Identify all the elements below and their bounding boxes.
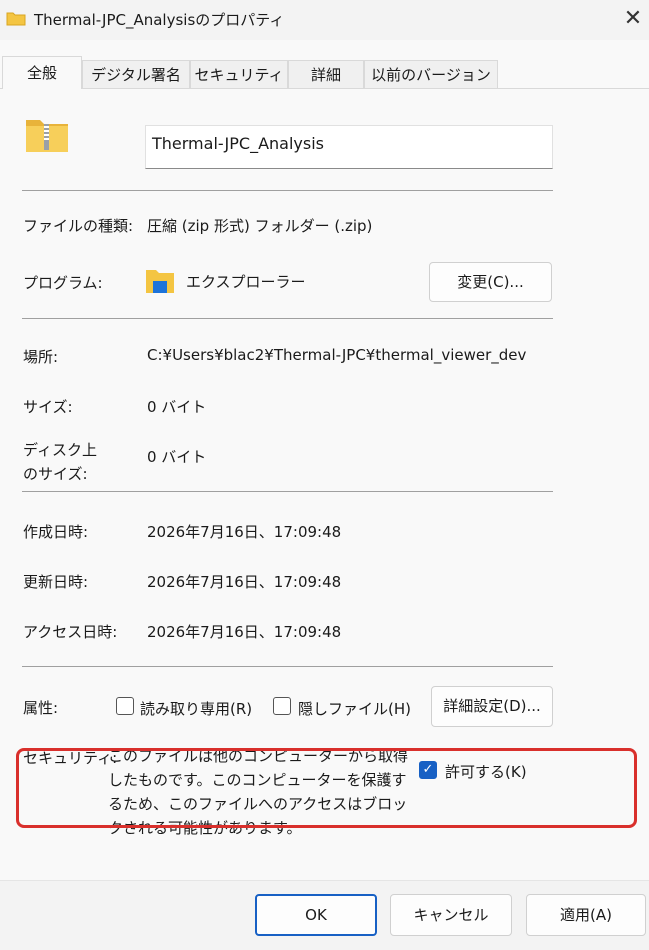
- hidden-checkbox[interactable]: [273, 697, 291, 715]
- disk-size-value: 0 バイト: [147, 448, 207, 466]
- attributes-label: 属性:: [23, 699, 59, 717]
- tab-previous-versions[interactable]: 以前のバージョン: [364, 60, 498, 88]
- highlight-box: [16, 748, 637, 828]
- separator: [22, 190, 553, 191]
- separator: [22, 666, 553, 667]
- modified-label: 更新日時:: [23, 573, 89, 591]
- modified-value: 2026年7月16日、17:09:48: [147, 573, 342, 591]
- zip-folder-icon: [26, 120, 68, 152]
- accessed-label: アクセス日時:: [23, 623, 118, 641]
- folder-title-icon: [6, 12, 26, 26]
- file-type-value: 圧縮 (zip 形式) フォルダー (.zip): [147, 217, 373, 235]
- window-title: Thermal-JPC_Analysisのプロパティ: [34, 11, 285, 29]
- separator: [22, 318, 553, 319]
- location-label: 場所:: [23, 348, 59, 366]
- accessed-value: 2026年7月16日、17:09:48: [147, 623, 342, 641]
- tab-general[interactable]: 全般: [2, 56, 82, 89]
- apply-button[interactable]: 適用(A): [526, 894, 646, 936]
- tab-digital-signature[interactable]: デジタル署名: [82, 60, 190, 88]
- cancel-button[interactable]: キャンセル: [390, 894, 512, 936]
- size-label: サイズ:: [23, 398, 73, 416]
- file-name-input[interactable]: Thermal-JPC_Analysis: [145, 125, 553, 169]
- program-value: エクスプローラー: [186, 273, 306, 291]
- tab-security[interactable]: セキュリティ: [190, 60, 288, 88]
- separator: [22, 491, 553, 492]
- disk-size-label-line1: ディスク上: [23, 441, 97, 459]
- created-label: 作成日時:: [23, 523, 89, 541]
- advanced-button[interactable]: 詳細設定(D)...: [431, 686, 553, 727]
- readonly-label[interactable]: 読み取り専用(R): [140, 698, 252, 719]
- disk-size-label-line2: のサイズ:: [23, 465, 88, 483]
- hidden-label[interactable]: 隠しファイル(H): [298, 698, 411, 719]
- readonly-checkbox[interactable]: [116, 697, 134, 715]
- location-value: C:¥Users¥blac2¥Thermal-JPC¥thermal_viewe…: [147, 346, 527, 364]
- tab-bar: 全般 デジタル署名 セキュリティ 詳細 以前のバージョン: [0, 56, 649, 89]
- file-type-label: ファイルの種類:: [23, 217, 134, 235]
- close-button[interactable]: ✕: [618, 4, 648, 34]
- created-value: 2026年7月16日、17:09:48: [147, 523, 342, 541]
- ok-button[interactable]: OK: [255, 894, 377, 936]
- explorer-folder-icon: [146, 270, 174, 293]
- tab-details[interactable]: 詳細: [288, 60, 364, 88]
- program-label: プログラム:: [23, 274, 103, 292]
- size-value: 0 バイト: [147, 398, 207, 416]
- change-program-button[interactable]: 変更(C)...: [429, 262, 552, 302]
- title-bar: Thermal-JPC_Analysisのプロパティ ✕: [0, 0, 649, 40]
